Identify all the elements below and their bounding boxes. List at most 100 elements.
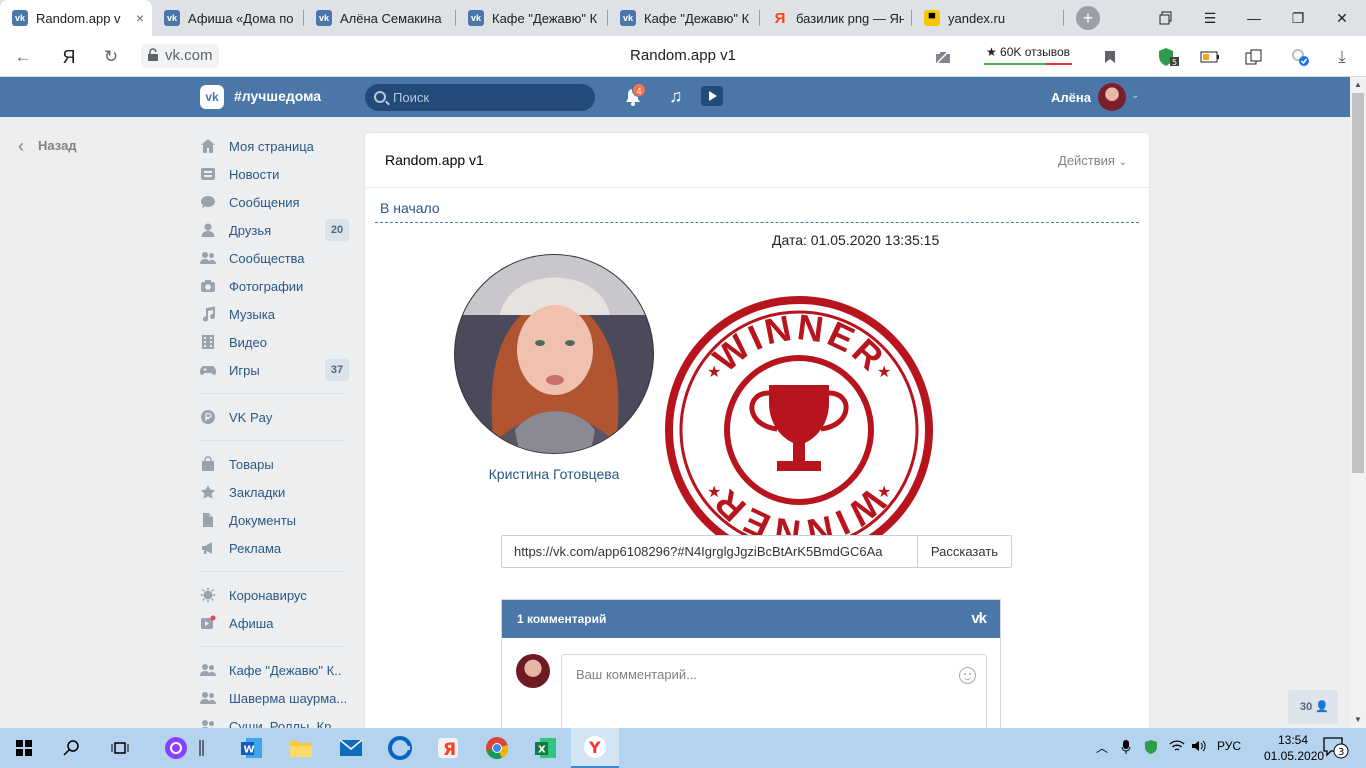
- sidebar-item-label: Фотографии: [229, 278, 304, 294]
- close-tab-icon[interactable]: ×: [136, 10, 144, 26]
- browser-tab[interactable]: vk Кафе "Дежавю" К: [608, 0, 760, 36]
- yandex-browser-icon[interactable]: Y: [571, 728, 619, 768]
- sidebar-item[interactable]: VK Pay: [197, 403, 352, 431]
- browser-tab-label: базилик png — Ян: [796, 10, 904, 26]
- edge-icon[interactable]: [376, 728, 424, 768]
- download-icon[interactable]: ⤓: [1329, 44, 1355, 70]
- clock[interactable]: 13:54 01.05.2020: [1264, 732, 1324, 764]
- vk-search-input[interactable]: Поиск: [365, 84, 595, 111]
- close-window-icon[interactable]: ✕: [1320, 0, 1364, 36]
- microphone-icon[interactable]: [1121, 739, 1131, 758]
- vk-logo-icon[interactable]: vk: [971, 600, 987, 638]
- browser-tab[interactable]: ▀ yandex.ru: [912, 0, 1064, 36]
- notification-center-icon[interactable]: 3: [1323, 737, 1349, 762]
- browser-tab[interactable]: vk Афиша «Дома по: [152, 0, 304, 36]
- language-indicator[interactable]: РУС: [1217, 739, 1241, 753]
- sidebar-item-label: Коронавирус: [229, 587, 307, 603]
- windows-start-icon[interactable]: [0, 728, 48, 768]
- new-tab-button[interactable]: +: [1076, 6, 1100, 30]
- clock-time: 13:54: [1277, 733, 1308, 747]
- sidebar-item[interactable]: Видео: [197, 328, 352, 356]
- back-link[interactable]: ‹ Назад: [18, 136, 77, 157]
- sidebar-item[interactable]: Фотографии: [197, 272, 352, 300]
- search-icon[interactable]: [48, 728, 96, 768]
- winner-name-link[interactable]: Кристина Готовцева: [454, 466, 654, 482]
- sidebar-item[interactable]: Моя страница: [197, 132, 352, 160]
- sidebar-item[interactable]: Кафе "Дежавю" К..: [197, 656, 352, 684]
- vk-logo-icon[interactable]: vk: [200, 85, 224, 109]
- page-scrollbar[interactable]: ▲ ▼: [1350, 77, 1366, 728]
- browser-tab[interactable]: vk Random.app v ×: [0, 0, 152, 36]
- windows-taskbar: W Я X Y ︿ РУС 13:54 01.05.2020 3: [0, 728, 1366, 768]
- sidebar-item[interactable]: Товары: [197, 450, 352, 478]
- play-icon[interactable]: [701, 86, 723, 106]
- collections-icon[interactable]: [1241, 44, 1267, 70]
- share-url-input[interactable]: https://vk.com/app6108296?#N4IgrglgJgziB…: [501, 535, 918, 568]
- breadcrumb[interactable]: В начало: [380, 200, 440, 216]
- browser-tab[interactable]: vk Кафе "Дежавю" К: [456, 0, 608, 36]
- vk-icon: vk: [316, 10, 332, 26]
- tabs-menu-icon[interactable]: [1144, 0, 1188, 36]
- sidebar-item[interactable]: Игры 37: [197, 356, 352, 384]
- vk-hashtag[interactable]: #лучшедома: [234, 88, 321, 104]
- sidebar-item[interactable]: Реклама: [197, 534, 352, 562]
- sidebar-item[interactable]: Музыка: [197, 300, 352, 328]
- battery-icon[interactable]: [1197, 44, 1223, 70]
- avatar[interactable]: [1098, 83, 1126, 111]
- excel-icon[interactable]: X: [522, 728, 570, 768]
- shield-icon[interactable]: [1144, 739, 1158, 758]
- restore-icon[interactable]: ❐: [1276, 0, 1320, 36]
- actions-dropdown[interactable]: Действия ⌄: [1058, 153, 1127, 168]
- smile-icon[interactable]: [959, 667, 976, 684]
- svg-text:5: 5: [1172, 58, 1177, 67]
- scroll-thumb[interactable]: [1352, 93, 1364, 473]
- wifi-icon[interactable]: [1169, 739, 1185, 756]
- protect-shield-icon[interactable]: 5: [1155, 44, 1181, 70]
- sidebar-item[interactable]: Новости: [197, 160, 352, 188]
- chevron-up-icon[interactable]: ︿: [1096, 739, 1108, 756]
- actions-label: Действия: [1058, 153, 1115, 168]
- vk-icon: vk: [12, 10, 28, 26]
- alice-extension-icon[interactable]: [1287, 44, 1313, 70]
- online-friends-button[interactable]: 30 👤: [1288, 690, 1338, 724]
- folder-icon[interactable]: [277, 728, 325, 768]
- share-button[interactable]: Рассказать: [917, 535, 1012, 568]
- sidebar-item[interactable]: Сообщества: [197, 244, 352, 272]
- sidebar-item[interactable]: Коронавирус: [197, 581, 352, 609]
- volume-icon[interactable]: [1191, 739, 1207, 756]
- sidebar-item[interactable]: Сообщения: [197, 188, 352, 216]
- browser-menu-icon[interactable]: ☰: [1188, 0, 1232, 36]
- music-note-icon[interactable]: ♫: [669, 86, 683, 107]
- scroll-down-icon[interactable]: ▼: [1350, 712, 1366, 728]
- scroll-up-icon[interactable]: ▲: [1350, 77, 1366, 93]
- camera-off-icon[interactable]: [930, 44, 956, 70]
- task-view-icon[interactable]: [96, 728, 144, 768]
- sidebar-item[interactable]: Шаверма шаурма...: [197, 684, 352, 712]
- sidebar-item[interactable]: Закладки: [197, 478, 352, 506]
- sidebar-item-label: Музыка: [229, 306, 275, 322]
- browser-tab-label: Кафе "Дежавю" К: [644, 10, 750, 26]
- comment-input[interactable]: Ваш комментарий...: [561, 654, 987, 733]
- winner-photo[interactable]: [454, 254, 654, 454]
- vk-icon: vk: [468, 10, 484, 26]
- word-icon[interactable]: W: [228, 728, 276, 768]
- browser-tab-label: Random.app v: [36, 10, 121, 26]
- bookmark-icon[interactable]: [1097, 44, 1123, 70]
- user-name[interactable]: Алёна: [1051, 90, 1091, 105]
- sidebar-item-label: Видео: [229, 334, 267, 350]
- sidebar-item[interactable]: Друзья 20: [197, 216, 352, 244]
- minimize-icon[interactable]: —: [1232, 0, 1276, 36]
- sidebar-item[interactable]: Афиша: [197, 609, 352, 637]
- browser-tab[interactable]: vk Алёна Семакина: [304, 0, 456, 36]
- menu-divider: [200, 571, 344, 572]
- svg-text:★: ★: [707, 484, 721, 501]
- chrome-icon[interactable]: [473, 728, 521, 768]
- reviews-button[interactable]: ★ 60K отзывов: [982, 43, 1074, 69]
- yandex-icon[interactable]: Я: [424, 728, 472, 768]
- mail-icon[interactable]: [327, 728, 375, 768]
- yandex-icon: Я: [774, 9, 786, 27]
- chevron-down-icon[interactable]: ⌄: [1131, 90, 1139, 101]
- browser-tab[interactable]: Ябазилик png — Ян: [760, 0, 912, 36]
- sidebar-item[interactable]: Документы: [197, 506, 352, 534]
- sidebar-item-label: Документы: [229, 512, 297, 528]
